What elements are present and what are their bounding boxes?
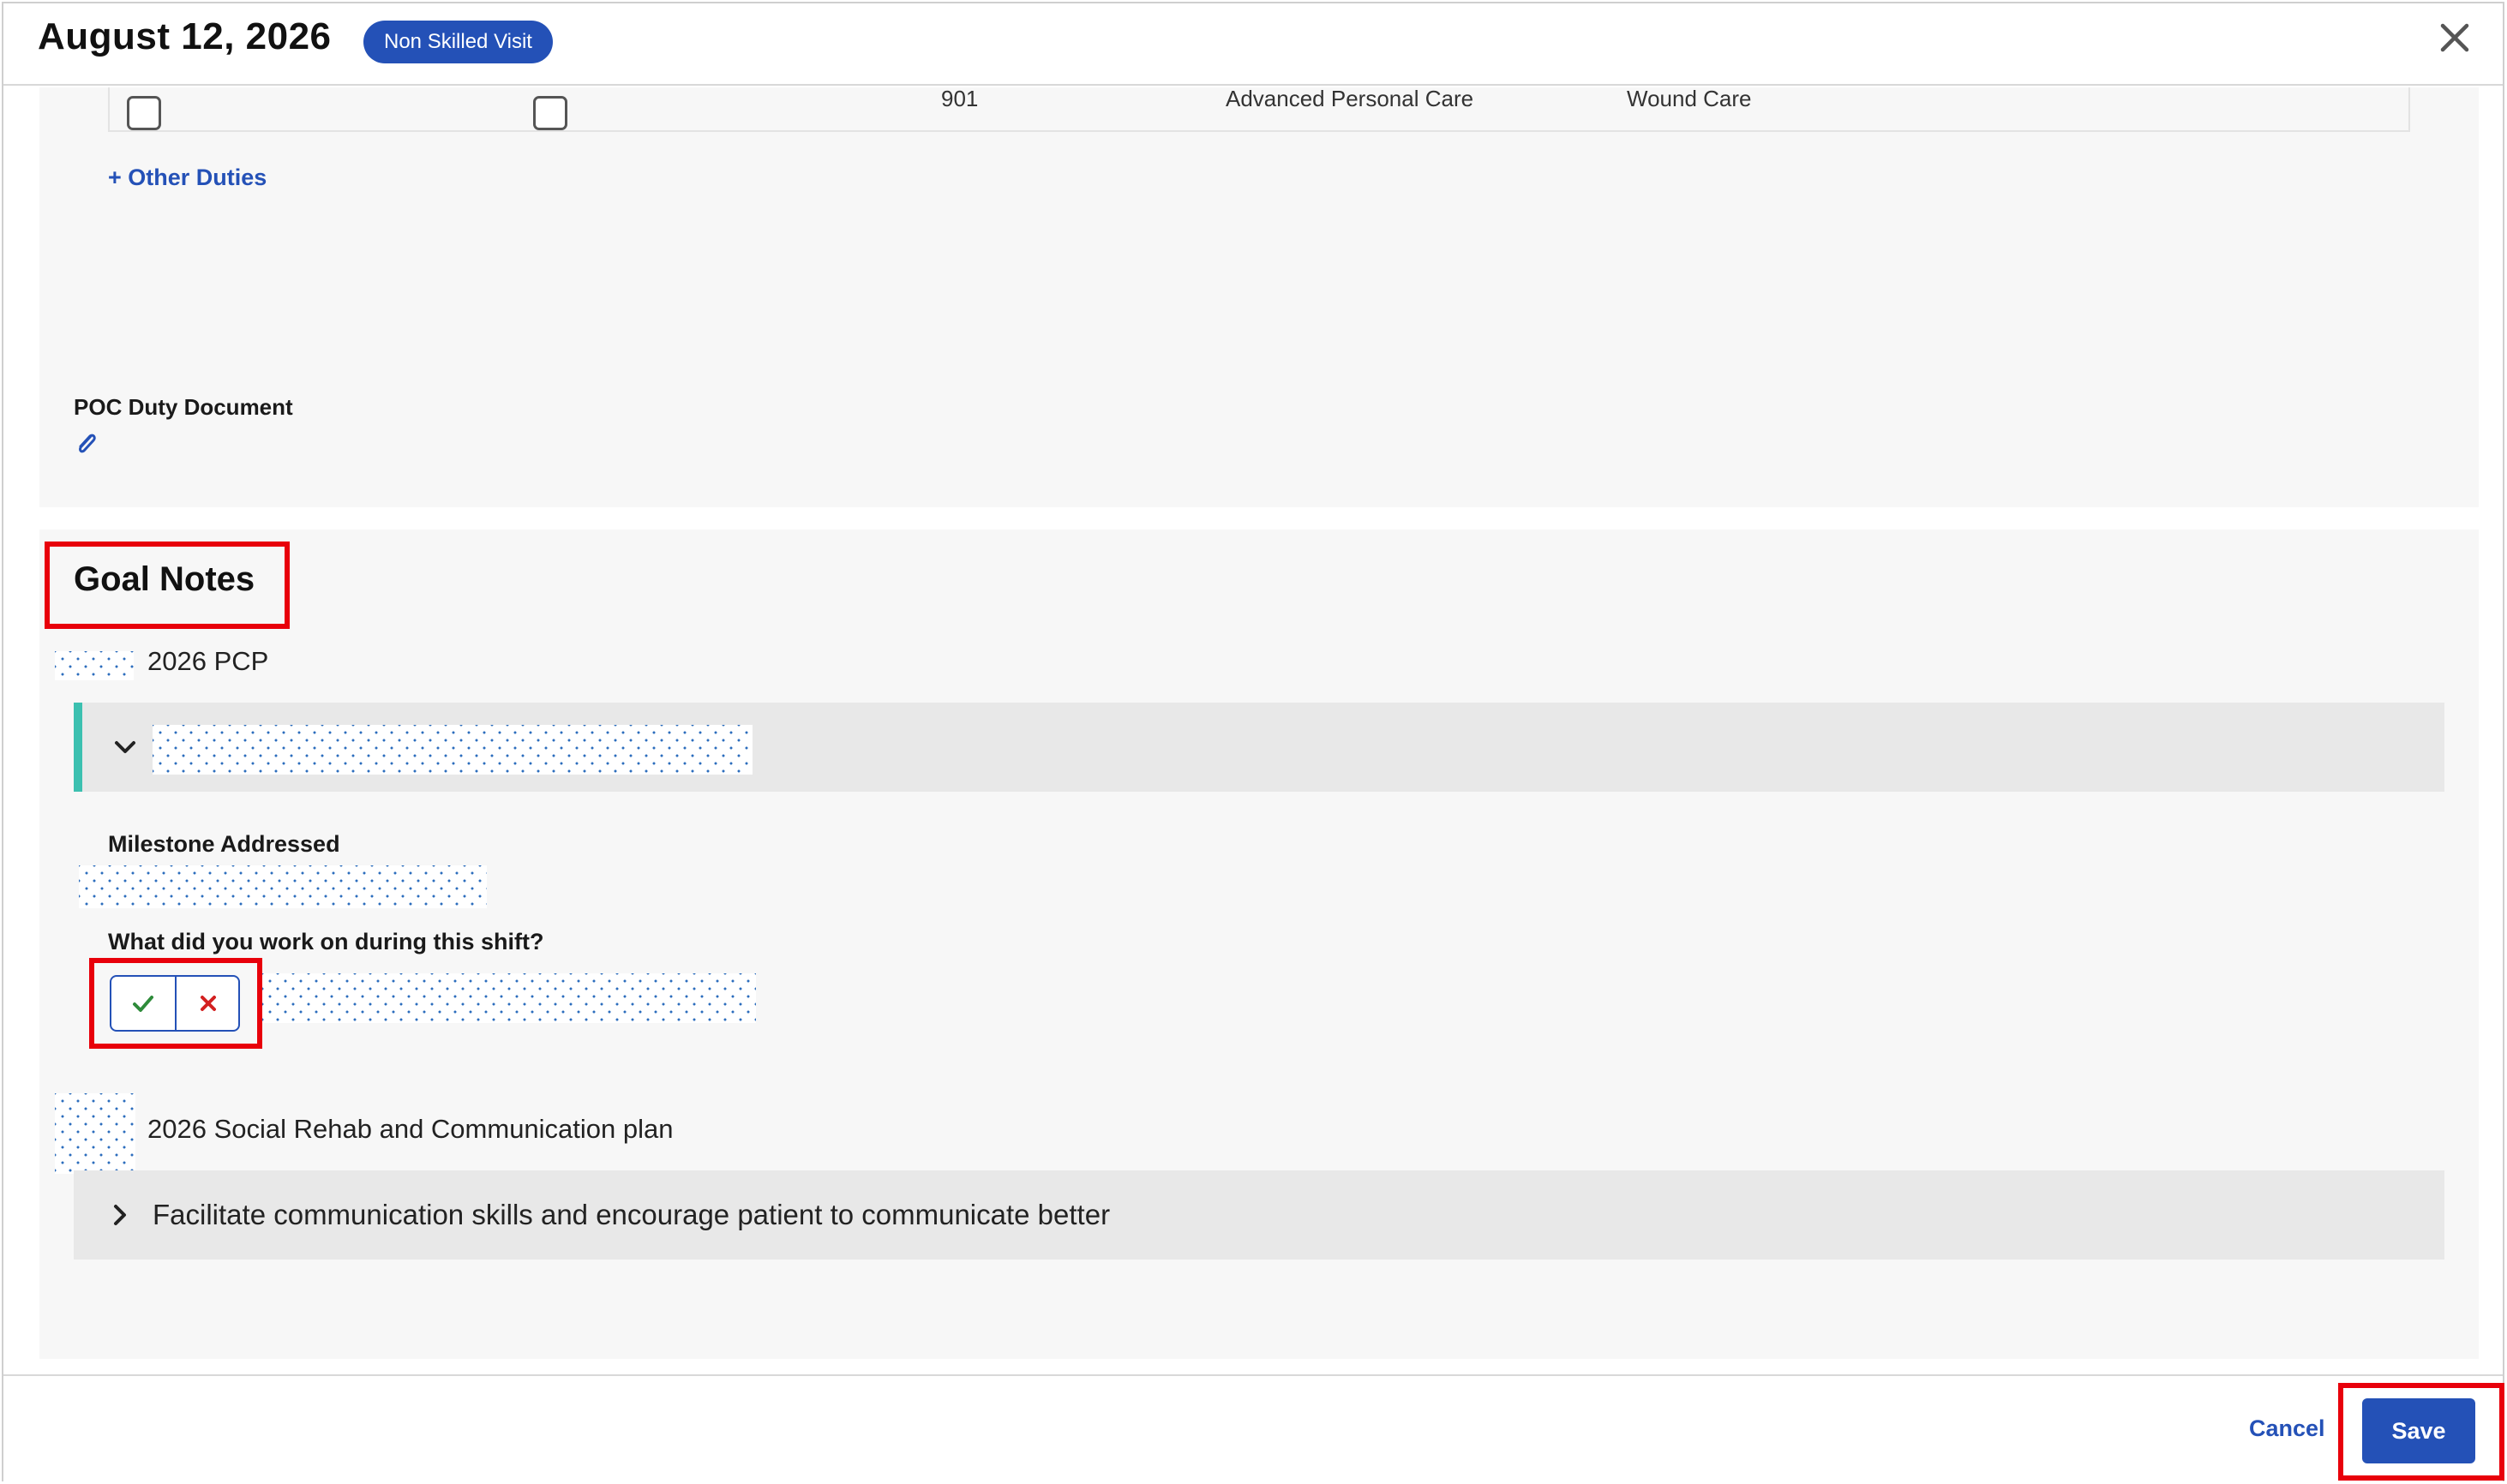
modal-footer: Cancel Save	[3, 1374, 2504, 1481]
paperclip-icon[interactable]	[74, 430, 99, 458]
duty-name: Wound Care	[1627, 86, 1752, 111]
chevron-right-icon	[114, 1205, 126, 1225]
duty-checkbox-1[interactable]	[127, 96, 161, 130]
goal-name-1: 2026 PCP	[147, 646, 269, 676]
modal-content: 901 Advanced Personal Care Wound Care + …	[3, 87, 2503, 1373]
visit-date: August 12, 2026	[38, 15, 332, 57]
redacted-shift-work-value	[262, 973, 756, 1023]
cancel-button[interactable]: Cancel	[2249, 1415, 2325, 1442]
duty-checkbox-2[interactable]	[533, 96, 567, 130]
goal-objective-text-2: Facilitate communication skills and enco…	[153, 1199, 1111, 1230]
modal-header: August 12, 2026 Non Skilled Visit	[3, 3, 2503, 86]
visit-type-badge: Non Skilled Visit	[363, 21, 553, 63]
milestone-addressed-label: Milestone Addressed	[108, 831, 340, 857]
goal-notes-panel: Goal Notes 2026 PCP Milestone Addressed …	[39, 530, 2479, 1359]
highlight-box-toggle	[89, 958, 262, 1049]
duty-table-row: 901 Advanced Personal Care Wound Care	[108, 87, 2410, 132]
redacted-goal-status-2	[55, 1093, 135, 1174]
duties-panel: 901 Advanced Personal Care Wound Care + …	[39, 87, 2479, 507]
goal-objective-accordion-1[interactable]	[74, 703, 2444, 792]
redacted-objective-text	[153, 725, 753, 775]
duty-code: 901	[941, 86, 979, 111]
redacted-milestone-value	[79, 865, 487, 908]
highlight-box-save	[2338, 1383, 2504, 1481]
close-icon[interactable]	[2436, 19, 2474, 57]
duty-category: Advanced Personal Care	[1226, 86, 1474, 111]
chevron-down-icon	[115, 741, 135, 753]
goal-name-2: 2026 Social Rehab and Communication plan	[147, 1114, 674, 1144]
redacted-goal-status	[55, 651, 134, 680]
goal-objective-accordion-2[interactable]: Facilitate communication skills and enco…	[74, 1170, 2444, 1260]
poc-duty-document-label: POC Duty Document	[74, 394, 293, 420]
visit-modal: August 12, 2026 Non Skilled Visit 901 Ad…	[2, 2, 2504, 1481]
other-duties-link[interactable]: + Other Duties	[108, 165, 267, 191]
highlight-box-goal-notes	[45, 542, 290, 629]
work-on-shift-label: What did you work on during this shift?	[108, 929, 544, 954]
